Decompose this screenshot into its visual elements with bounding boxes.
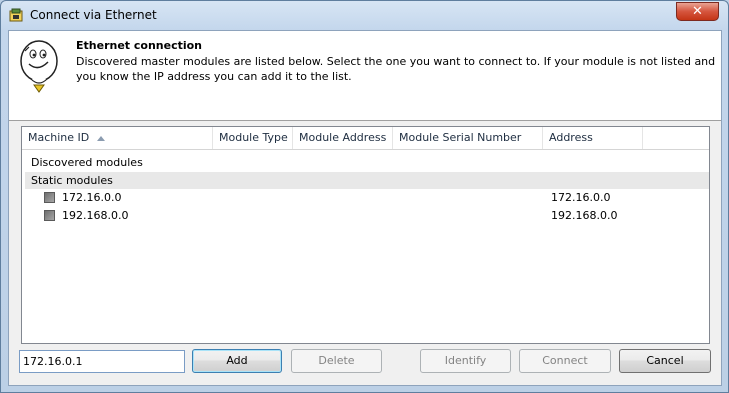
column-header-label: Module Type <box>219 131 288 144</box>
close-button[interactable]: ✕ <box>676 2 719 21</box>
ip-address-input[interactable] <box>19 350 185 373</box>
column-header-label: Address <box>549 131 593 144</box>
window-title: Connect via Ethernet <box>30 8 157 22</box>
lightbulb-face-icon <box>20 40 58 93</box>
group-label: Discovered modules <box>31 156 143 169</box>
module-status-icon <box>44 192 55 203</box>
group-discovered-modules[interactable]: Discovered modules <box>25 154 709 171</box>
group-label: Static modules <box>31 174 113 187</box>
column-header-label: Machine ID <box>28 131 90 144</box>
table-row[interactable]: 172.16.0.0 172.16.0.0 <box>22 189 709 207</box>
sort-ascending-icon <box>97 135 106 141</box>
column-header-address[interactable]: Address <box>543 127 643 149</box>
modules-list[interactable]: Machine ID Module Type Module Address Mo… <box>21 126 710 344</box>
address-cell: 192.168.0.0 <box>551 209 618 222</box>
column-header-module-address[interactable]: Module Address <box>293 127 393 149</box>
banner-description: Discovered master modules are listed bel… <box>76 55 716 83</box>
close-icon: ✕ <box>692 4 703 19</box>
module-app-icon <box>9 8 23 22</box>
column-header-module-type[interactable]: Module Type <box>213 127 293 149</box>
banner-title: Ethernet connection <box>76 39 203 52</box>
title-bar[interactable]: Connect via Ethernet ✕ <box>1 1 728 29</box>
add-button[interactable]: Add <box>192 349 282 373</box>
column-header-module-serial-number[interactable]: Module Serial Number <box>393 127 543 149</box>
group-static-modules[interactable]: Static modules <box>25 172 709 189</box>
column-header-label: Module Address <box>299 131 387 144</box>
address-cell: 172.16.0.0 <box>551 191 611 204</box>
list-header: Machine ID Module Type Module Address Mo… <box>22 127 709 150</box>
identify-button[interactable]: Identify <box>420 349 511 373</box>
cancel-button[interactable]: Cancel <box>619 349 711 373</box>
module-status-icon <box>44 210 55 221</box>
machine-id-cell: 172.16.0.0 <box>62 191 122 204</box>
column-header-label: Module Serial Number <box>399 131 522 144</box>
info-banner: Ethernet connection Discovered master mo… <box>9 31 721 121</box>
dialog-window: Connect via Ethernet ✕ Ethernet connecti… <box>0 0 729 393</box>
connect-button[interactable]: Connect <box>519 349 611 373</box>
column-header-machine-id[interactable]: Machine ID <box>22 127 213 149</box>
delete-button[interactable]: Delete <box>291 349 382 373</box>
table-row[interactable]: 192.168.0.0 192.168.0.0 <box>22 207 709 225</box>
dialog-body: Ethernet connection Discovered master mo… <box>8 30 722 386</box>
machine-id-cell: 192.168.0.0 <box>62 209 129 222</box>
